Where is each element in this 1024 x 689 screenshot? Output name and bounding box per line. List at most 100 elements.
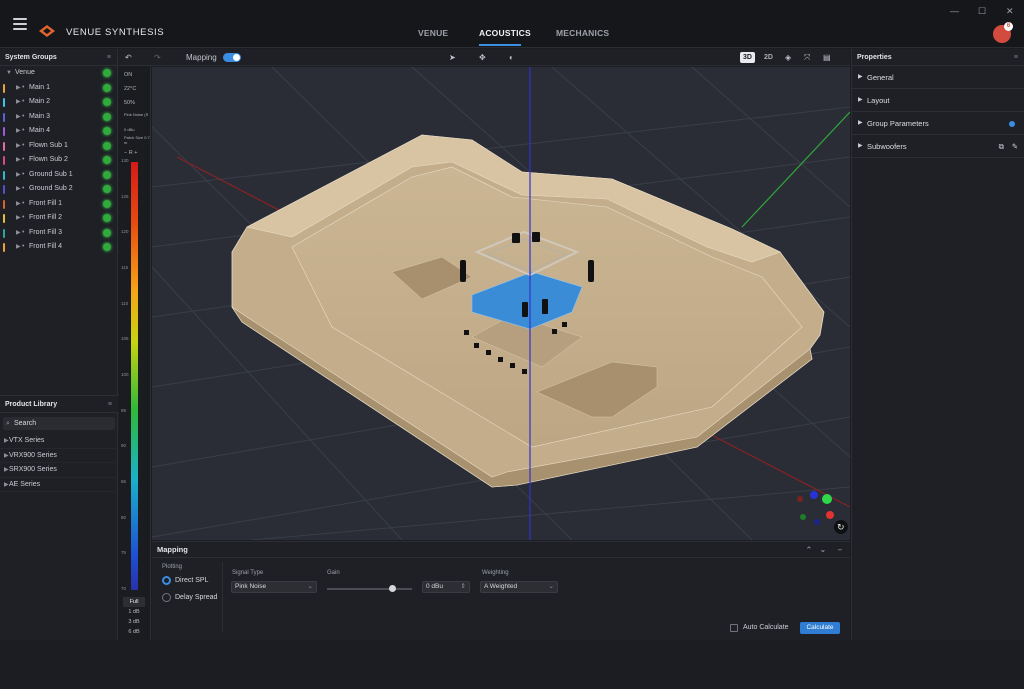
power-icon[interactable] [103,98,111,106]
auto-calc-checkbox[interactable] [730,624,738,632]
display-options-icon[interactable]: ▤ [823,51,831,64]
view-3d-button[interactable]: 3D [740,52,755,63]
power-icon[interactable] [103,170,111,179]
fit-view-icon[interactable]: ⤧ [804,51,810,64]
expand-icon[interactable]: ▶ [16,226,21,241]
stepper-icon[interactable]: ⇕ [461,582,466,592]
expand-icon[interactable]: ▶ [16,240,21,255]
group-item[interactable]: ▶ • Main 2 [0,95,117,110]
gain-input[interactable]: 0 dBu ⇕ [422,581,470,593]
select-tool-icon[interactable]: ➤ [449,51,456,64]
maximize-icon[interactable]: ☐ [978,6,986,17]
edit-icon[interactable]: ✎ [1012,135,1018,158]
panel-menu-icon[interactable]: ≡ [1014,49,1018,66]
group-item[interactable]: ▶ • Front Fill 3 [0,226,117,241]
redo-icon[interactable]: ↷ [154,51,161,64]
power-icon[interactable] [103,199,111,208]
power-icon[interactable] [103,214,111,222]
group-item[interactable]: ▶ • Flown Sub 2 [0,153,117,168]
gain-slider-handle[interactable] [389,585,396,592]
radio-delay-spread[interactable] [162,593,171,602]
expand-icon[interactable]: ▶ [16,81,21,96]
library-item[interactable]: ▶ AE Series [0,478,118,492]
range-button[interactable]: Full [123,597,145,607]
copy-icon[interactable]: ⧉ [999,135,1004,158]
radio-direct-spl[interactable] [162,576,171,585]
section-layout[interactable]: ▶ Layout [852,89,1024,112]
scale-controls[interactable]: − R + [124,150,137,156]
group-item[interactable]: ▶ • Front Fill 4 [0,240,117,255]
expand-icon[interactable]: ▶ [16,95,21,110]
minimize-icon[interactable]: — [950,6,959,16]
layers-icon[interactable]: ◈ [785,51,791,64]
group-item[interactable]: ▶ • Flown Sub 1 [0,139,117,154]
library-item[interactable]: ▶ SRX900 Series [0,463,118,478]
group-item[interactable]: ▶ • Front Fill 1 [0,197,117,212]
scale-tick-label: 100 [121,372,129,377]
power-icon[interactable] [103,156,111,164]
group-item[interactable]: ▶ • Main 3 [0,110,117,125]
tab-acoustics[interactable]: ACOUSTICS [479,28,531,38]
expand-icon[interactable]: ▶ [16,168,21,183]
camera-tool-icon[interactable]: ◐ [509,51,514,64]
group-item[interactable]: ▶ • Main 4 [0,124,117,139]
collapse-icon[interactable]: ▼ [6,66,12,81]
mapping-toggle[interactable] [223,53,241,62]
venue-3d-scene[interactable]: ↻ [152,67,850,540]
group-item[interactable]: ▶ • Front Fill 2 [0,211,117,226]
panel-menu-icon[interactable]: ≡ [107,49,111,66]
expand-icon[interactable]: ▶ [16,182,21,197]
expand-icon[interactable]: ▶ [16,124,21,139]
power-icon[interactable] [103,141,111,150]
calculate-button[interactable]: Calculate [800,622,840,634]
weighting-select[interactable]: A Weighted ⌄ [480,581,558,593]
minimize-icon[interactable]: – [838,542,842,558]
scale-tick-label: 70 [121,586,127,591]
axis-gizmo[interactable]: ↻ [797,491,848,534]
expand-icon[interactable]: ▶ [16,139,21,154]
group-item[interactable]: ▶ • Ground Sub 2 [0,182,117,197]
tab-mechanics[interactable]: MECHANICS [556,28,609,38]
expand-icon[interactable]: ⌄ [820,542,826,558]
power-icon[interactable] [103,69,111,77]
gain-slider[interactable] [327,588,412,590]
signal-type-select[interactable]: Pink Noise ⌄ [231,581,317,593]
3d-viewport[interactable]: ↻ [152,67,850,540]
power-icon[interactable] [103,112,111,121]
close-icon[interactable]: ✕ [1006,6,1014,17]
expand-icon[interactable]: ▶ [16,211,21,226]
expand-icon: ▶ [858,97,863,103]
tab-venue[interactable]: VENUE [418,28,448,38]
scale-tick-label: 95 [121,407,127,413]
power-icon[interactable] [103,127,111,135]
library-item[interactable]: ▶ VRX900 Series [0,449,118,463]
view-2d-button[interactable]: 2D [761,52,776,63]
section-subwoofers[interactable]: ▶ Subwoofers ⧉ ✎ [852,135,1024,158]
power-icon[interactable] [103,83,111,92]
expand-icon: ▶ [4,481,9,488]
power-icon[interactable] [103,228,111,237]
undo-icon[interactable]: ↶ [125,51,132,64]
section-general[interactable]: ▶ General [852,66,1024,89]
menu-icon[interactable] [13,18,27,30]
group-venue[interactable]: ▼ Venue [0,66,117,81]
status-dot-icon: • [22,199,25,207]
power-icon[interactable] [103,243,111,251]
range-button[interactable]: 3 dB [123,617,145,627]
collapse-icon[interactable]: ⌃ [806,542,812,558]
expand-icon[interactable]: ▶ [16,110,21,125]
range-button[interactable]: 1 dB [123,607,145,617]
library-item[interactable]: ▶ VTX Series [0,434,118,449]
move-tool-icon[interactable]: ✥ [479,51,486,64]
group-item[interactable]: ▶ • Ground Sub 1 [0,168,117,183]
expand-icon[interactable]: ▶ [16,197,21,212]
expand-icon[interactable]: ▶ [16,153,21,168]
power-icon[interactable] [103,185,111,193]
group-item[interactable]: ▶ • Main 1 [0,81,117,96]
panel-menu-icon[interactable]: ≡ [108,396,112,413]
range-button[interactable]: 6 dB [123,627,145,637]
search-input[interactable]: ⌕ Search [3,417,115,430]
info-icon[interactable] [1009,121,1015,127]
expand-icon: ▶ [858,143,863,149]
section-group-parameters[interactable]: ▶ Group Parameters [852,112,1024,135]
